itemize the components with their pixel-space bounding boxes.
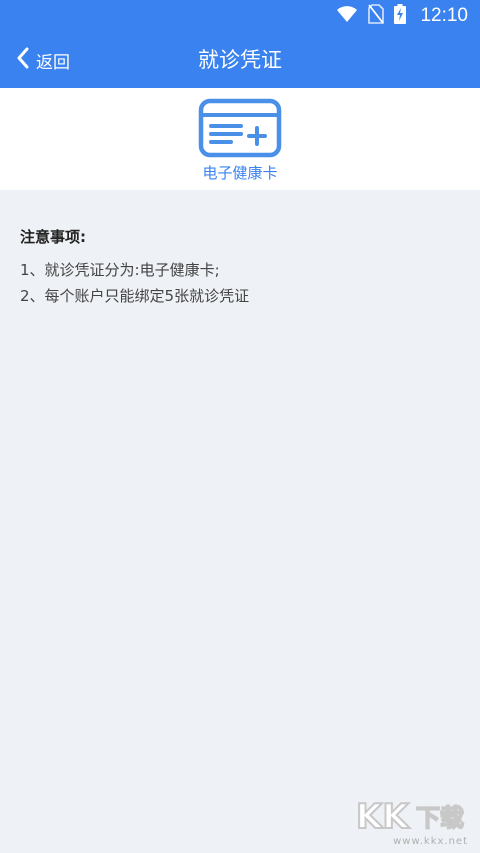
no-sim-icon (368, 4, 385, 28)
page-title: 就诊凭证 (198, 48, 282, 72)
notes-section: 注意事项: 1、就诊凭证分为:电子健康卡; 2、每个账户只能绑定5张就诊凭证 (20, 226, 460, 309)
health-card-button[interactable]: 电子健康卡 (190, 98, 290, 184)
status-icons: 12:10 (336, 0, 468, 32)
kk-logo-icon: KK 下载 (355, 796, 465, 835)
health-card-label: 电子健康卡 (202, 164, 278, 182)
battery-charging-icon (394, 4, 407, 28)
health-card-icon (198, 98, 282, 158)
title-bar: 返回 就诊凭证 (0, 32, 480, 88)
status-bar: 12:10 (0, 0, 480, 32)
watermark-url: www.kkx.net (393, 836, 468, 847)
credential-section: 电子健康卡 (0, 88, 480, 190)
note-item: 1、就诊凭证分为:电子健康卡; (20, 261, 220, 279)
notes-title: 注意事项: (20, 228, 86, 246)
wifi-icon (336, 5, 358, 27)
watermark-logo: KK 下载 www.kkx.net (342, 795, 472, 847)
status-time: 12:10 (420, 5, 468, 26)
svg-text:KK: KK (356, 797, 410, 835)
note-item: 2、每个账户只能绑定5张就诊凭证 (20, 287, 250, 305)
svg-text:下载: 下载 (416, 804, 464, 832)
